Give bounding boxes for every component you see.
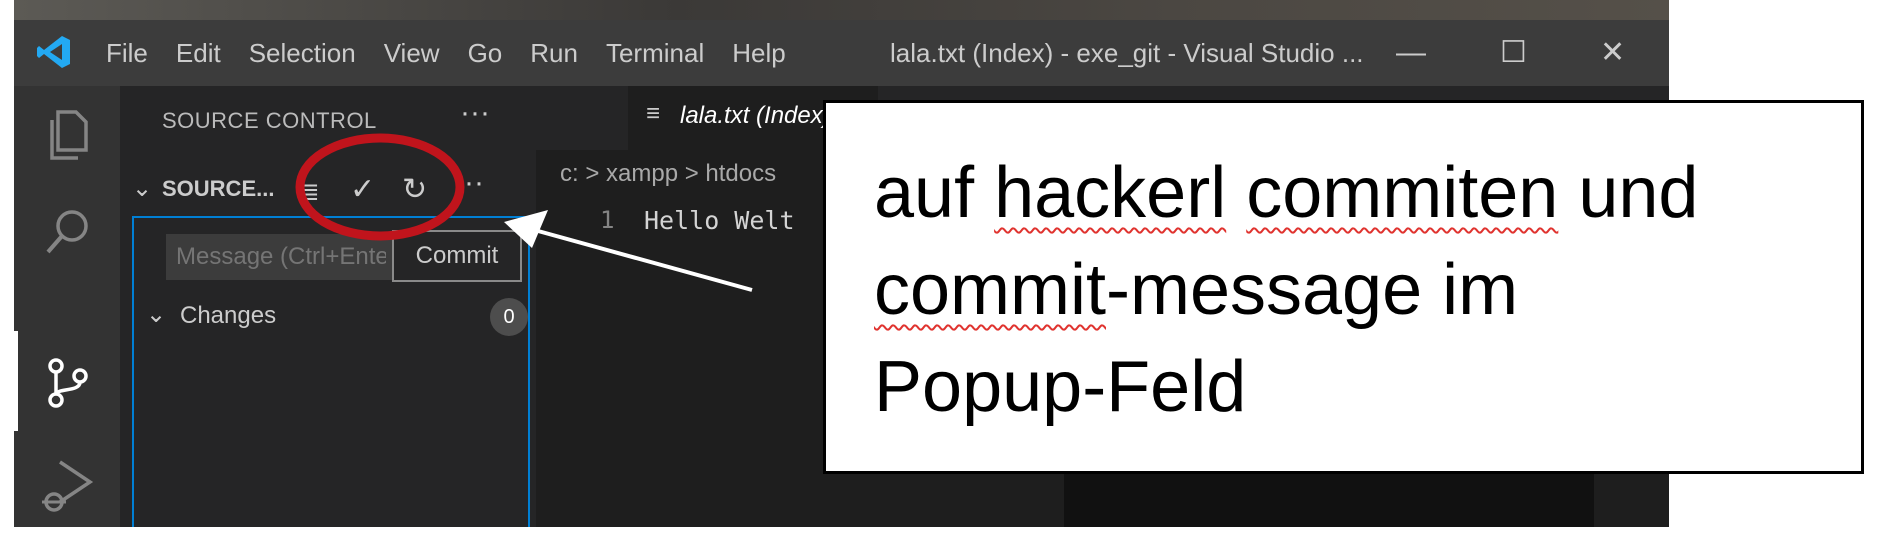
repository-section-header[interactable]: ⌄ SOURCE... ≣ ✓ ↻ ··· bbox=[120, 166, 536, 214]
breadcrumb[interactable]: c: > xampp > htdocs bbox=[560, 160, 776, 188]
run-debug-icon[interactable] bbox=[38, 456, 96, 514]
section-more-icon[interactable]: ··· bbox=[454, 166, 484, 200]
title-bar: File Edit Selection View Go Run Terminal… bbox=[14, 20, 1669, 86]
source-control-sidebar: SOURCE CONTROL ··· ⌄ SOURCE... ≣ ✓ ↻ ···… bbox=[120, 86, 536, 527]
commit-check-icon[interactable]: ✓ bbox=[350, 172, 375, 207]
menu-bar: File Edit Selection View Go Run Terminal… bbox=[106, 20, 814, 86]
window-title: lala.txt (Index) - exe_git - Visual Stud… bbox=[890, 38, 1364, 68]
changes-group[interactable]: ⌄ Changes 0 bbox=[146, 296, 528, 336]
annotation-space bbox=[1226, 153, 1246, 233]
annotation-word-commit: commit bbox=[874, 250, 1106, 330]
repository-name: SOURCE... bbox=[162, 176, 275, 201]
changes-chevron-icon[interactable]: ⌄ bbox=[146, 300, 166, 329]
annotation-word-und: und bbox=[1558, 153, 1699, 233]
menu-selection[interactable]: Selection bbox=[249, 38, 356, 69]
annotation-callout: auf hackerl commiten und commit-message … bbox=[823, 100, 1864, 474]
annotation-word-hackerl: hackerl bbox=[994, 153, 1227, 233]
chevron-down-icon[interactable]: ⌄ bbox=[132, 174, 152, 203]
annotation-text: auf hackerl commiten und commit-message … bbox=[874, 145, 1834, 436]
view-as-list-icon[interactable]: ≣ bbox=[298, 176, 320, 207]
changes-count-badge: 0 bbox=[490, 298, 528, 336]
menu-edit[interactable]: Edit bbox=[176, 38, 221, 69]
close-button[interactable]: ✕ bbox=[1600, 20, 1625, 86]
menu-go[interactable]: Go bbox=[468, 38, 503, 69]
code-line[interactable]: Hello Welt bbox=[644, 206, 795, 235]
maximize-button[interactable]: ☐ bbox=[1500, 20, 1527, 86]
files-icon[interactable] bbox=[38, 106, 96, 164]
source-control-icon[interactable] bbox=[38, 354, 96, 412]
sidebar-title: SOURCE CONTROL bbox=[162, 108, 377, 133]
changes-label: Changes bbox=[180, 302, 277, 329]
refresh-icon[interactable]: ↻ bbox=[402, 172, 427, 207]
text-file-icon: ≡ bbox=[646, 100, 661, 127]
menu-file[interactable]: File bbox=[106, 38, 148, 69]
line-number: 1 bbox=[600, 206, 615, 234]
menu-help[interactable]: Help bbox=[732, 38, 785, 69]
menu-run[interactable]: Run bbox=[530, 38, 578, 69]
tab-label: lala.txt (Index) bbox=[680, 102, 831, 129]
vscode-logo-icon bbox=[37, 36, 70, 68]
active-indicator bbox=[14, 331, 18, 431]
menu-terminal[interactable]: Terminal bbox=[606, 38, 704, 69]
activity-bar bbox=[14, 86, 120, 527]
background-photo-strip bbox=[14, 0, 1669, 20]
annotation-word-commiten: commiten bbox=[1246, 153, 1559, 233]
annotation-line3: Popup-Feld bbox=[874, 347, 1247, 427]
commit-tooltip: Commit bbox=[392, 230, 522, 282]
annotation-line2-rest: -message im bbox=[1106, 250, 1519, 330]
search-icon[interactable] bbox=[38, 204, 96, 262]
annotation-word: auf bbox=[874, 153, 995, 233]
sidebar-more-icon[interactable]: ··· bbox=[460, 96, 490, 130]
commit-message-input[interactable] bbox=[166, 234, 396, 280]
menu-view[interactable]: View bbox=[384, 38, 440, 69]
minimize-button[interactable]: — bbox=[1396, 20, 1426, 86]
